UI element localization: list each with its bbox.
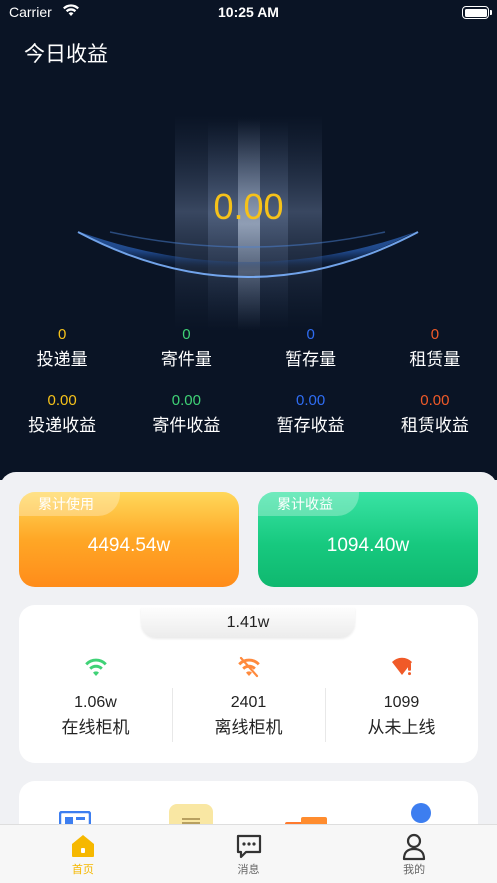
offline-count: 2401 xyxy=(230,694,267,711)
stat-value: 0 xyxy=(57,326,67,343)
storage-revenue-stat: 0.00 暂存收益 xyxy=(249,388,373,454)
revenue-stats-row: 0.00 投递收益 0.00 寄件收益 0.00 暂存收益 0.00 租赁收益 xyxy=(0,388,497,454)
send-count-stat: 0 寄件量 xyxy=(124,322,248,388)
tab-label: 我的 xyxy=(403,864,426,876)
never-online-label: 从未上线 xyxy=(367,718,436,737)
stat-label: 寄件收益 xyxy=(152,416,221,435)
cumulative-income-card[interactable]: 累计收益 1094.40w xyxy=(258,492,478,587)
card-value: 1094.40w xyxy=(326,535,410,556)
card-tag: 累计收益 xyxy=(258,492,359,516)
card-value: 4494.54w xyxy=(87,535,171,556)
offline-label: 离线柜机 xyxy=(214,718,283,737)
today-earnings-value: 0.00 xyxy=(213,186,284,227)
stat-value: 0.00 xyxy=(171,392,201,409)
tab-profile[interactable]: 我的 xyxy=(331,825,497,883)
tab-home[interactable]: 首页 xyxy=(0,825,166,883)
tab-label: 首页 xyxy=(71,864,94,876)
online-label: 在线柜机 xyxy=(61,718,130,737)
tab-messages[interactable]: 消息 xyxy=(166,825,332,883)
online-cabinets[interactable]: 1.06w 在线柜机 xyxy=(19,652,172,752)
earnings-glow-graphic xyxy=(77,115,419,330)
stat-value: 0.00 xyxy=(420,392,450,409)
never-online-count: 1099 xyxy=(383,694,420,711)
never-online-cabinets[interactable]: 1099 从未上线 xyxy=(325,652,478,752)
tab-label: 消息 xyxy=(237,864,260,876)
stat-value: 0 xyxy=(182,326,191,343)
delivery-count-stat: 0 投递量 xyxy=(0,322,124,388)
wifi-offline-icon xyxy=(237,656,260,678)
storage-count-stat: 0 暂存量 xyxy=(249,322,373,388)
message-icon xyxy=(236,834,261,859)
card-tag: 累计使用 xyxy=(19,492,120,516)
tab-bar: 首页 消息 我的 xyxy=(0,824,497,883)
profile-icon xyxy=(403,833,426,861)
stat-label: 租赁收益 xyxy=(400,416,469,435)
stat-label: 暂存量 xyxy=(285,350,337,369)
stat-value: 0.00 xyxy=(47,392,77,409)
wifi-never-icon xyxy=(391,657,412,676)
stat-value: 0 xyxy=(430,326,440,343)
wifi-online-icon xyxy=(84,658,107,676)
cabinet-status-card: 1.41w 1.06w 在线柜机 2401 离线柜机 1099 从未上线 xyxy=(19,605,478,763)
home-icon xyxy=(71,835,94,857)
delivery-revenue-stat: 0.00 投递收益 xyxy=(0,388,124,454)
stat-value: 0.00 xyxy=(296,392,326,409)
stat-label: 投递收益 xyxy=(28,416,97,435)
offline-cabinets[interactable]: 2401 离线柜机 xyxy=(172,652,325,752)
rental-count-stat: 0 租赁量 xyxy=(373,322,497,388)
stats-grid: 0 投递量 0 寄件量 0 暂存量 0 租赁量 0.00 投递收益 0.00 寄… xyxy=(0,322,497,454)
stat-label: 租赁量 xyxy=(409,350,461,369)
cumulative-usage-card[interactable]: 累计使用 4494.54w xyxy=(19,492,239,587)
earnings-hero: Carrier 10:25 AM 今日收益 0.00 0 投递量 0 寄件量 0… xyxy=(0,0,497,480)
cabinet-total: 1.41w xyxy=(141,608,355,638)
stat-value: 0 xyxy=(306,326,315,343)
online-count: 1.06w xyxy=(74,694,117,711)
send-revenue-stat: 0.00 寄件收益 xyxy=(124,388,248,454)
stat-label: 寄件量 xyxy=(160,350,212,369)
count-stats-row: 0 投递量 0 寄件量 0 暂存量 0 租赁量 xyxy=(0,322,497,388)
stat-label: 暂存收益 xyxy=(276,416,345,435)
stat-label: 投递量 xyxy=(36,350,88,369)
rental-revenue-stat: 0.00 租赁收益 xyxy=(373,388,497,454)
